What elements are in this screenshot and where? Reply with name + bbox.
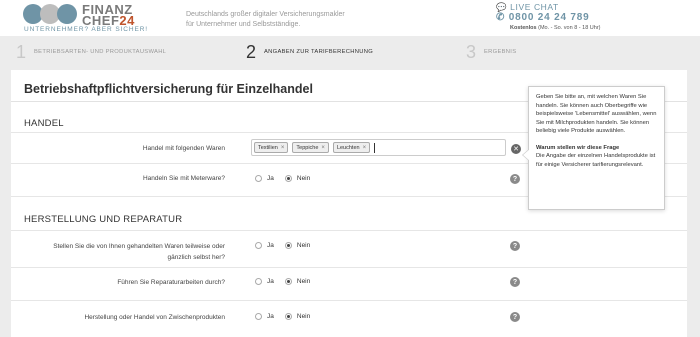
phone-number: 0800 24 24 789	[508, 12, 590, 23]
section-title-handel: HANDEL	[24, 118, 64, 129]
step-produktauswahl[interactable]: 1 BETRIEBSARTEN- UND PRODUKTAUSWAHL	[16, 42, 166, 62]
radio-circle[interactable]	[255, 242, 262, 249]
tag-leuchten[interactable]: Leuchten ×	[332, 142, 371, 153]
help-tooltip: Geben Sie bitte an, mit welchen Waren Si…	[522, 86, 665, 210]
tooltip-question: Warum stellen wir diese Frage	[536, 144, 620, 151]
radio-ja[interactable]: Ja	[255, 313, 274, 320]
tag-label: Textilien	[258, 144, 278, 151]
finanzchef-logo[interactable]: FINANZ CHEF24 UNTERNEHMER? ABER SICHER!	[22, 2, 162, 35]
radio-nein[interactable]: Nein	[284, 313, 311, 320]
radio-label: Ja	[267, 313, 274, 320]
tag-label: Leuchten	[336, 144, 360, 151]
help-icon[interactable]: ?	[510, 174, 520, 184]
divider	[11, 300, 687, 301]
tooltip-text: Geben Sie bitte an, mit welchen Waren Si…	[536, 94, 657, 134]
radio-nein[interactable]: Nein	[284, 175, 311, 182]
radio-circle[interactable]	[255, 278, 262, 285]
phone-icon: ✆	[496, 12, 506, 23]
text-caret	[374, 142, 376, 153]
radio-circle[interactable]	[284, 278, 292, 285]
progress-steps: 1 BETRIEBSARTEN- UND PRODUKTAUSWAHL 2 AN…	[0, 36, 700, 68]
hotline-hours: Kostenlos (Mo. - So. von 8 - 18 Uhr)	[510, 25, 600, 31]
reparatur-radio-group: Ja Nein	[255, 278, 321, 285]
radio-ja[interactable]: Ja	[255, 242, 274, 249]
radio-label: Ja	[267, 242, 274, 249]
radio-circle[interactable]	[255, 313, 262, 320]
radio-label: Nein	[296, 278, 311, 285]
step-label: ANGABEN ZUR TARIFBERECHNUNG	[264, 49, 374, 55]
tag-remove-icon[interactable]: ×	[321, 145, 325, 151]
help-icon[interactable]: ?	[510, 241, 520, 251]
step-label: ERGEBNIS	[484, 49, 517, 55]
tooltip-answer: Die Angabe der einzelnen Handelsprodukte…	[536, 153, 656, 168]
radio-circle[interactable]	[255, 175, 262, 182]
step-number: 3	[466, 41, 477, 62]
tag-remove-icon[interactable]: ×	[363, 145, 367, 151]
step-ergebnis[interactable]: 3 ERGEBNIS	[466, 42, 516, 62]
divider	[11, 230, 687, 231]
step-label: BETRIEBSARTEN- UND PRODUKTAUSWAHL	[34, 49, 167, 55]
step-tarifberechnung[interactable]: 2 ANGABEN ZUR TARIFBERECHNUNG	[246, 42, 373, 62]
selbst-radio-group: Ja Nein	[255, 242, 321, 249]
hours-range: (Mo. - So. von 8 - 18 Uhr)	[538, 25, 601, 31]
brand-tagline: UNTERNEHMER? ABER SICHER!	[24, 26, 148, 33]
logo-circles-icon	[23, 4, 77, 24]
help-icon[interactable]: ?	[510, 312, 520, 322]
radio-label: Ja	[267, 175, 274, 182]
hours-free: Kostenlos	[510, 25, 537, 31]
step-number: 2	[246, 41, 257, 62]
radio-circle[interactable]	[284, 313, 292, 320]
radio-ja[interactable]: Ja	[255, 175, 274, 182]
tag-label: Teppiche	[296, 144, 319, 151]
radio-label: Nein	[296, 313, 311, 320]
live-chat-label: LIVE CHAT	[510, 2, 559, 12]
radio-nein[interactable]: Nein	[284, 278, 311, 285]
question-reparatur-label: Führen Sie Reparaturarbeiten durch?	[117, 279, 225, 286]
radio-label: Nein	[296, 175, 311, 182]
section-title-herstellung: HERSTELLUNG UND REPARATUR	[24, 214, 183, 225]
question-zwischen-label: Herstellung oder Handel von Zwischenprod…	[84, 314, 225, 321]
zwischen-radio-group: Ja Nein	[255, 313, 321, 320]
radio-label: Nein	[296, 242, 311, 249]
page-title: Betriebshaftpflichtversicherung für Einz…	[24, 82, 313, 96]
header-tagline: Deutschlands großer digitaler Versicheru…	[186, 10, 345, 30]
question-line1: Stellen Sie die von Ihnen gehandelten Wa…	[53, 243, 225, 250]
radio-ja[interactable]: Ja	[255, 278, 274, 285]
radio-circle[interactable]	[284, 242, 292, 249]
tag-remove-icon[interactable]: ×	[281, 145, 285, 151]
radio-circle[interactable]	[284, 175, 292, 182]
tagline-line2: für Unternehmer und Selbstständige.	[186, 21, 301, 28]
question-meterware-label: Handeln Sie mit Meterware?	[142, 175, 225, 182]
step-number: 1	[16, 41, 27, 62]
question-line2: gänzlich selbst her?	[167, 254, 225, 261]
radio-nein[interactable]: Nein	[284, 242, 311, 249]
tagline-line1: Deutschlands großer digitaler Versicheru…	[186, 11, 345, 18]
question-selbst-label: Stellen Sie die von Ihnen gehandelten Wa…	[53, 241, 225, 263]
radio-label: Ja	[267, 278, 274, 285]
chat-icon: 💬	[496, 2, 508, 12]
tag-textilien[interactable]: Textilien ×	[254, 142, 289, 153]
phone-link[interactable]: ✆ 0800 24 24 789	[496, 12, 590, 23]
site-header: FINANZ CHEF24 UNTERNEHMER? ABER SICHER! …	[0, 0, 700, 36]
tag-teppiche[interactable]: Teppiche ×	[292, 142, 329, 153]
question-waren-label: Handel mit folgenden Waren	[142, 145, 225, 152]
help-icon[interactable]: ?	[510, 277, 520, 287]
meterware-radio-group: Ja Nein	[255, 175, 321, 182]
clear-icon[interactable]: ✕	[511, 144, 521, 154]
waren-tag-input[interactable]: Textilien × Teppiche × Leuchten ×	[251, 139, 506, 156]
divider	[11, 267, 687, 268]
